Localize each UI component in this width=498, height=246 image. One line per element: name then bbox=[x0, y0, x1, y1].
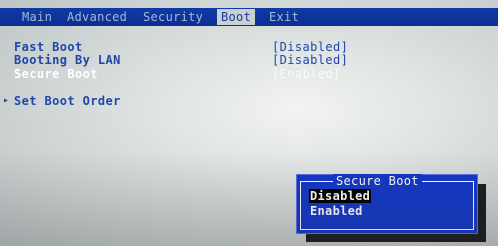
booting-by-lan-label[interactable]: Booting By LAN bbox=[14, 53, 121, 67]
popup-title: Secure Boot bbox=[333, 174, 422, 188]
tab-boot[interactable]: Boot bbox=[217, 9, 256, 25]
menu-bar: Main Advanced Security Boot Exit bbox=[0, 8, 498, 26]
secure-boot-value[interactable]: [Enabled] bbox=[272, 67, 341, 81]
submenu-arrow-icon: ▸ bbox=[3, 95, 10, 106]
bios-screen: Main Advanced Security Boot Exit Fast Bo… bbox=[0, 0, 498, 246]
option-disabled[interactable]: Disabled bbox=[309, 189, 372, 203]
tab-advanced[interactable]: Advanced bbox=[67, 9, 127, 25]
fast-boot-value[interactable]: [Disabled] bbox=[272, 40, 348, 54]
fast-boot-label[interactable]: Fast Boot bbox=[14, 40, 83, 54]
set-boot-order-item[interactable]: Set Boot Order bbox=[14, 94, 121, 108]
secure-boot-popup: Secure Boot Disabled Enabled bbox=[296, 174, 478, 234]
tab-security[interactable]: Security bbox=[143, 9, 203, 25]
option-enabled[interactable]: Enabled bbox=[309, 204, 364, 218]
booting-by-lan-value[interactable]: [Disabled] bbox=[272, 53, 348, 67]
tab-exit[interactable]: Exit bbox=[269, 9, 299, 25]
secure-boot-label[interactable]: Secure Boot bbox=[14, 67, 98, 81]
tab-main[interactable]: Main bbox=[22, 9, 52, 25]
